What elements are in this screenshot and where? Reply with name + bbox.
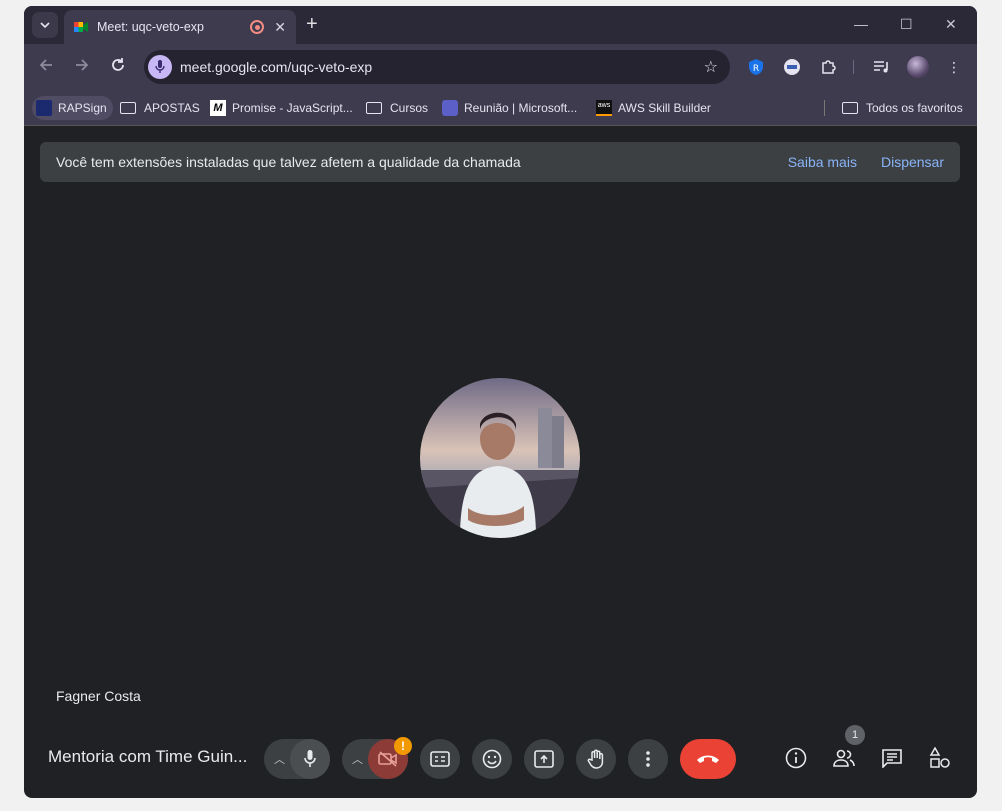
- dismiss-link[interactable]: Dispensar: [881, 154, 944, 170]
- closed-captions-icon: [430, 751, 450, 767]
- chat-icon: [882, 749, 902, 768]
- tab-meet[interactable]: Meet: uqc-veto-exp ✕: [64, 10, 296, 44]
- chevron-down-icon: [40, 22, 50, 28]
- people-icon: [833, 749, 855, 767]
- folder-icon: [120, 102, 136, 114]
- minimize-icon[interactable]: —: [854, 16, 868, 32]
- folder-icon: [366, 102, 382, 114]
- rapsign-icon: [36, 100, 52, 116]
- activities-shapes-icon: [929, 747, 950, 768]
- captions-button[interactable]: [420, 739, 460, 779]
- bookmark-label: Promise - JavaScript...: [232, 101, 353, 115]
- chevron-up-icon[interactable]: ︿: [352, 751, 363, 767]
- maximize-icon[interactable]: ☐: [900, 16, 913, 33]
- camera-warning-badge: !: [394, 737, 412, 755]
- learn-more-link[interactable]: Saiba mais: [788, 154, 857, 170]
- chat-button[interactable]: [879, 745, 905, 771]
- raise-hand-button[interactable]: [576, 739, 616, 779]
- activities-button[interactable]: [927, 745, 953, 771]
- meet-logo-icon: [74, 20, 88, 34]
- bookmark-label: Cursos: [390, 101, 429, 115]
- present-screen-button[interactable]: [524, 739, 564, 779]
- leave-call-button[interactable]: [680, 739, 736, 779]
- participant-avatar: [420, 378, 580, 538]
- browser-toolbar: meet.google.com/uqc-veto-exp ☆ R ⋮: [24, 44, 977, 90]
- all-bookmarks-folder[interactable]: Todos os favoritos: [842, 96, 963, 120]
- forward-icon[interactable]: [74, 57, 90, 78]
- people-count-badge: 1: [845, 725, 865, 745]
- recording-icon: [250, 20, 265, 34]
- bookmark-label: RAPSign: [58, 101, 107, 115]
- emoji-icon: [482, 749, 502, 769]
- extensions-puzzle-icon[interactable]: [819, 58, 837, 76]
- back-icon[interactable]: [38, 57, 54, 78]
- hand-icon: [587, 749, 604, 769]
- bookmarks-divider: [824, 100, 825, 116]
- profile-avatar[interactable]: [907, 56, 929, 78]
- meeting-title: Mentoria com Time Guin...: [48, 747, 248, 766]
- bookmark-label: APOSTAS: [144, 101, 200, 115]
- bookmark-promise[interactable]: M Promise - JavaScript...: [210, 96, 353, 120]
- microphone-active-icon[interactable]: [148, 55, 172, 79]
- address-bar[interactable]: meet.google.com/uqc-veto-exp ☆: [144, 50, 730, 84]
- bookmark-label: Reunião | Microsoft...: [464, 101, 578, 115]
- bookmark-star-icon[interactable]: ☆: [704, 57, 718, 77]
- extension-shield-icon[interactable]: R: [747, 58, 765, 76]
- close-tab-icon[interactable]: ✕: [274, 19, 286, 36]
- window-close-icon[interactable]: ✕: [945, 16, 957, 33]
- teams-icon: [442, 100, 458, 116]
- tab-title: Meet: uqc-veto-exp: [97, 20, 204, 34]
- more-options-button[interactable]: [628, 739, 668, 779]
- all-bookmarks-label: Todos os favoritos: [866, 101, 963, 115]
- present-icon: [534, 750, 554, 768]
- browser-window: Meet: uqc-veto-exp ✕ + — ☐ ✕ meet.google…: [24, 6, 977, 798]
- microphone-icon: [304, 750, 316, 767]
- banner-message: Você tem extensões instaladas que talvez…: [56, 154, 521, 170]
- chevron-up-icon[interactable]: ︿: [274, 751, 285, 767]
- browser-menu-icon[interactable]: ⋮: [945, 58, 963, 76]
- reload-icon[interactable]: [110, 57, 126, 78]
- participant-name: Fagner Costa: [56, 688, 141, 704]
- mdn-icon: M: [210, 100, 226, 116]
- meeting-details-button[interactable]: [783, 745, 809, 771]
- tab-search-button[interactable]: [32, 12, 58, 38]
- tab-strip: Meet: uqc-veto-exp ✕ + — ☐ ✕: [24, 6, 977, 44]
- more-vertical-icon: [646, 751, 650, 767]
- bookmark-aws[interactable]: aws AWS Skill Builder: [596, 96, 711, 120]
- media-control-icon[interactable]: [873, 58, 891, 76]
- reactions-button[interactable]: [472, 739, 512, 779]
- extension-badge-icon[interactable]: [783, 58, 801, 76]
- aws-icon: aws: [596, 100, 612, 116]
- toolbar-divider: [853, 60, 854, 74]
- bookmark-folder-apostas[interactable]: APOSTAS: [120, 96, 200, 120]
- bookmarks-bar: RAPSign APOSTAS M Promise - JavaScript..…: [24, 90, 977, 126]
- camera-off-icon: [378, 751, 397, 767]
- svg-text:R: R: [753, 64, 759, 74]
- people-button[interactable]: [831, 745, 857, 771]
- bookmark-rapsign[interactable]: RAPSign: [32, 96, 113, 120]
- audio-settings-group: ︿: [264, 739, 330, 779]
- info-icon: [785, 747, 807, 769]
- new-tab-button[interactable]: +: [306, 14, 318, 34]
- bookmark-folder-cursos[interactable]: Cursos: [366, 96, 428, 120]
- url-text: meet.google.com/uqc-veto-exp: [180, 59, 373, 75]
- hang-up-icon: [697, 755, 719, 763]
- folder-icon: [842, 102, 858, 114]
- bookmark-label: AWS Skill Builder: [618, 101, 711, 115]
- microphone-button[interactable]: [290, 739, 330, 779]
- bookmark-teams[interactable]: Reunião | Microsoft...: [442, 96, 577, 120]
- extensions-warning-banner: Você tem extensões instaladas que talvez…: [40, 142, 960, 182]
